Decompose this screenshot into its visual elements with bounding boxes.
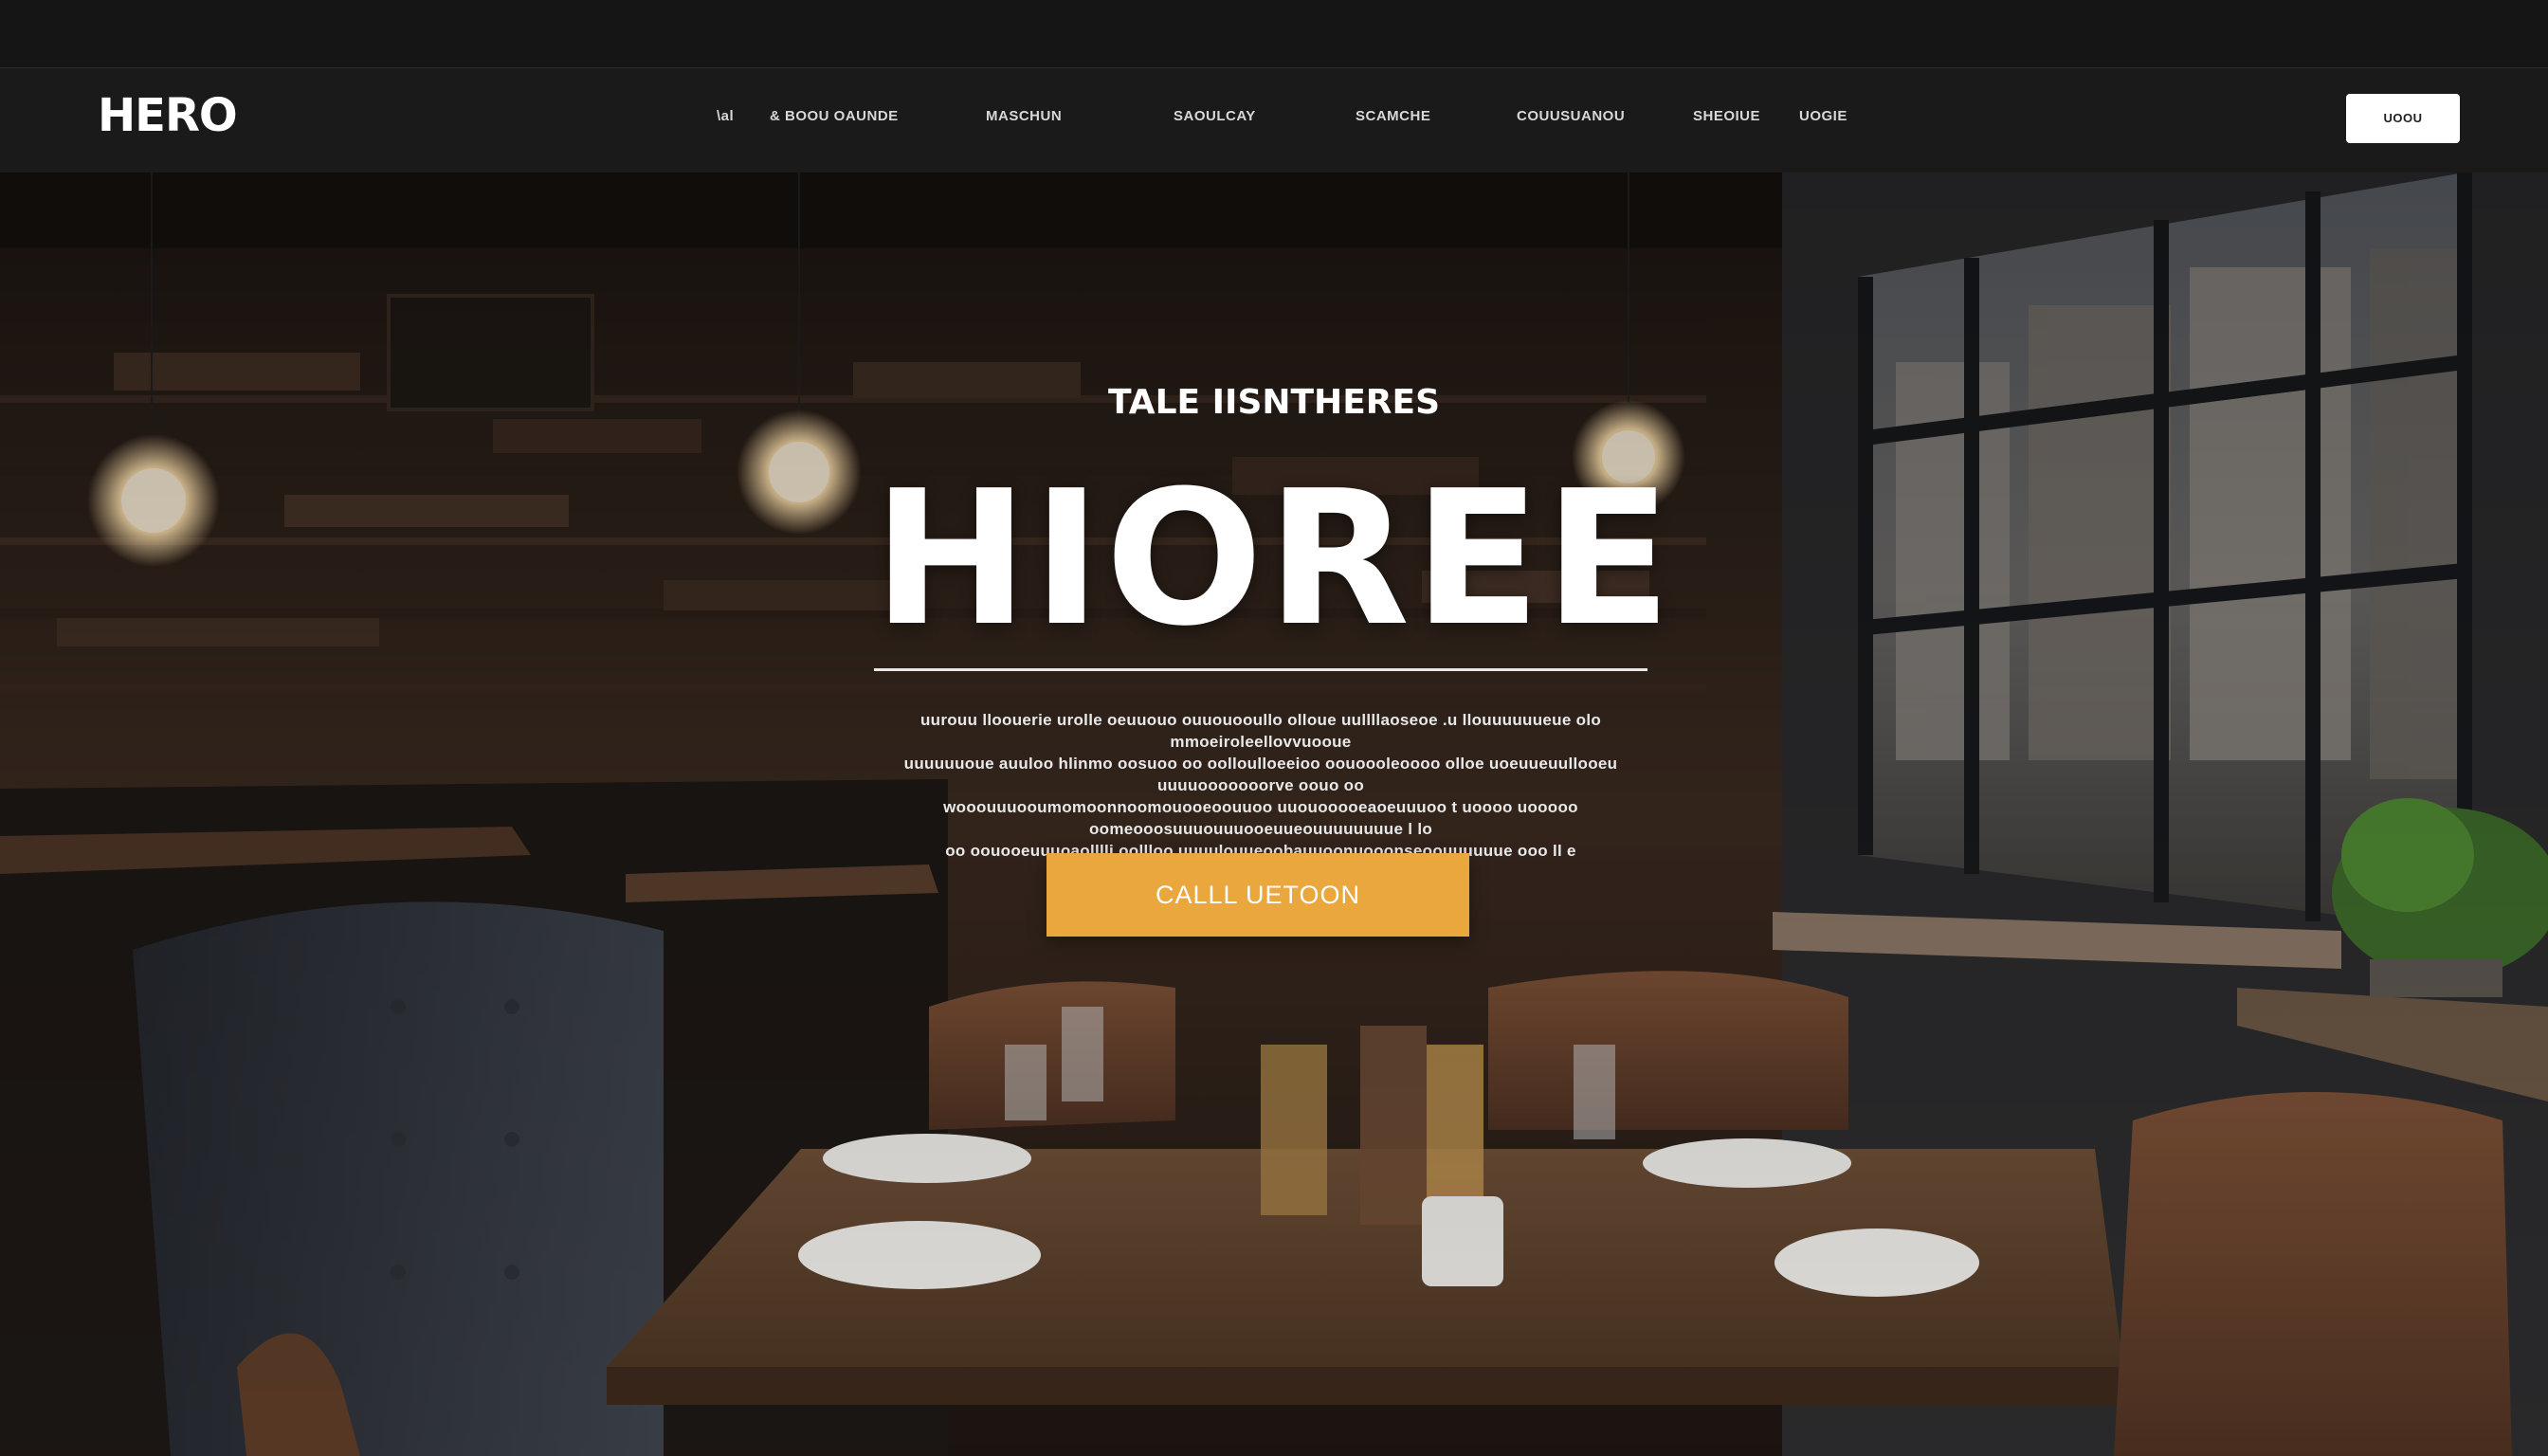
hero-description: uurouu lloouerie urolle oeuuouo ouuouoou… [853, 709, 1668, 862]
site-logo[interactable]: HERO [98, 87, 238, 144]
hero-description-line: uuuuuuoue auuloo hlinmo oosuoo oo oollou… [903, 755, 1618, 794]
nav-link-2[interactable]: & BOOU OAUNDE [770, 107, 899, 126]
nav-link-4[interactable]: SAOULCAY [1174, 107, 1256, 126]
browser-top-strip [0, 0, 2548, 68]
nav-link-7[interactable]: SHEOIUE [1693, 107, 1760, 126]
hero-eyebrow: TALE IISNTHERES [1107, 383, 1441, 422]
hero-cta-button[interactable]: CALLL UETOON [1046, 853, 1469, 937]
hero-title: HIOREE [872, 451, 1676, 667]
hero-description-line: uurouu lloouerie urolle oeuuouo ouuouoou… [919, 711, 1602, 751]
nav-link-1[interactable]: \al [717, 107, 734, 126]
nav-link-8[interactable]: UOGIE [1799, 107, 1847, 126]
header-cta-button[interactable]: UOOU [2346, 94, 2460, 143]
nav-link-6[interactable]: COUUSUANOU [1517, 107, 1625, 126]
hero-divider [874, 668, 1647, 671]
hero-description-line: wooouuuooumomoonnoomouooeoouuoo uuouoooo… [943, 798, 1578, 838]
main-nav: \al & BOOU OAUNDE MASCHUN SAOULCAY SCAMC… [711, 68, 1896, 173]
site-header: HERO \al & BOOU OAUNDE MASCHUN SAOULCAY … [0, 68, 2548, 173]
nav-link-5[interactable]: SCAMCHE [1356, 107, 1430, 126]
nav-link-3[interactable]: MASCHUN [986, 107, 1062, 126]
